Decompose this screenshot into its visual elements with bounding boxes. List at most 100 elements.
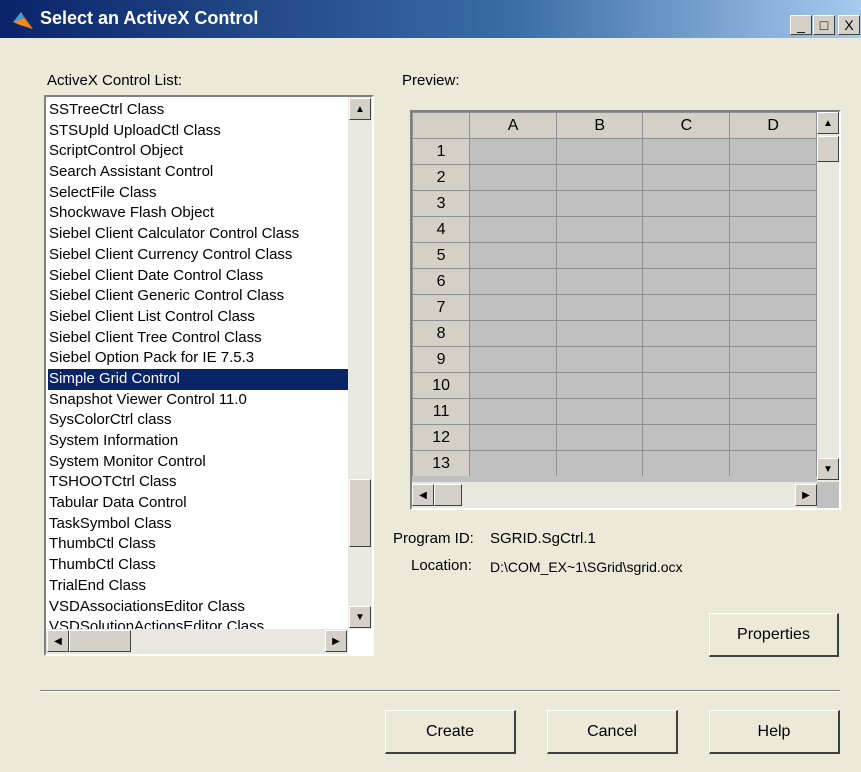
grid-row-header[interactable]: 2 xyxy=(412,164,471,191)
grid-cell[interactable] xyxy=(729,424,817,451)
control-list[interactable]: SSTreeCtrl Class STSUpld UploadCtl Class S… xyxy=(44,95,374,656)
grid-cell[interactable] xyxy=(729,398,817,425)
list-vertical-scrollbar[interactable]: ▲ ▼ xyxy=(348,97,372,629)
grid-row-header[interactable]: 6 xyxy=(412,268,471,295)
grid-cell[interactable] xyxy=(729,268,817,295)
grid-row-header[interactable]: 10 xyxy=(412,372,471,399)
grid-cell[interactable] xyxy=(729,294,817,321)
grid-cell[interactable] xyxy=(642,268,731,295)
grid-cell[interactable] xyxy=(729,346,817,373)
grid-cell[interactable] xyxy=(555,242,644,269)
grid-row-header[interactable]: 9 xyxy=(412,346,471,373)
list-item[interactable]: Siebel Client Date Control Class xyxy=(48,266,348,287)
grid-cell[interactable] xyxy=(729,138,817,165)
grid-scroll-right-button[interactable]: ▶ xyxy=(795,484,817,506)
grid-cell[interactable] xyxy=(729,320,817,347)
grid-cell[interactable] xyxy=(729,190,817,217)
grid-scroll-down-button[interactable]: ▼ xyxy=(817,458,839,480)
list-item[interactable]: Siebel Client Calculator Control Class xyxy=(48,224,348,245)
grid-row-header[interactable]: 1 xyxy=(412,138,471,165)
grid-cell[interactable] xyxy=(555,372,644,399)
list-item[interactable]: SSTreeCtrl Class xyxy=(48,100,348,121)
grid-hscroll-thumb[interactable] xyxy=(434,484,462,506)
list-item[interactable]: Snapshot Viewer Control 11.0 xyxy=(48,390,348,411)
grid-cell[interactable] xyxy=(555,424,644,451)
create-button[interactable]: Create xyxy=(385,710,516,754)
grid-cell[interactable] xyxy=(642,320,731,347)
properties-button[interactable]: Properties xyxy=(709,613,839,657)
grid-row-header[interactable]: 11 xyxy=(412,398,471,425)
cancel-button[interactable]: Cancel xyxy=(547,710,678,754)
minimize-button[interactable]: _ xyxy=(790,15,812,35)
list-item[interactable]: Siebel Client Tree Control Class xyxy=(48,328,348,349)
list-scroll-left-button[interactable]: ◀ xyxy=(47,630,69,652)
grid-row-header[interactable]: 12 xyxy=(412,424,471,451)
list-scroll-up-button[interactable]: ▲ xyxy=(349,98,371,120)
grid-corner[interactable] xyxy=(412,112,471,139)
grid-cell[interactable] xyxy=(469,138,557,165)
list-item[interactable]: ThumbCtl Class xyxy=(48,534,348,555)
list-item[interactable]: TaskSymbol Class xyxy=(48,514,348,535)
grid-cell[interactable] xyxy=(555,190,644,217)
list-item[interactable]: SysColorCtrl class xyxy=(48,410,348,431)
grid-scroll-thumb[interactable] xyxy=(817,136,839,162)
grid-cell[interactable] xyxy=(642,138,731,165)
list-scroll-down-button[interactable]: ▼ xyxy=(349,606,371,628)
list-item[interactable]: VSDAssociationsEditor Class xyxy=(48,597,348,618)
list-hscroll-thumb[interactable] xyxy=(69,630,131,652)
grid-scroll-left-button[interactable]: ◀ xyxy=(412,484,434,506)
help-button[interactable]: Help xyxy=(709,710,840,754)
grid-cell[interactable] xyxy=(469,190,557,217)
grid-cell[interactable] xyxy=(642,294,731,321)
grid-cell[interactable] xyxy=(555,346,644,373)
grid-cell[interactable] xyxy=(469,216,557,243)
list-item[interactable]: Shockwave Flash Object xyxy=(48,203,348,224)
grid-cell[interactable] xyxy=(469,164,557,191)
grid-row-header[interactable]: 8 xyxy=(412,320,471,347)
grid-cell[interactable] xyxy=(729,164,817,191)
grid-column-header[interactable]: A xyxy=(469,112,557,139)
grid-cell[interactable] xyxy=(642,450,731,476)
grid-cell[interactable] xyxy=(642,346,731,373)
list-item[interactable]: Siebel Client Currency Control Class xyxy=(48,245,348,266)
list-item[interactable]: System Monitor Control xyxy=(48,452,348,473)
grid-cell[interactable] xyxy=(469,242,557,269)
grid-cell[interactable] xyxy=(555,294,644,321)
close-button[interactable]: X xyxy=(838,15,860,35)
grid-row-header[interactable]: 7 xyxy=(412,294,471,321)
grid-cell[interactable] xyxy=(555,164,644,191)
grid-cell[interactable] xyxy=(642,242,731,269)
grid-column-header[interactable]: D xyxy=(729,112,817,139)
grid-cell[interactable] xyxy=(642,398,731,425)
grid-cell[interactable] xyxy=(469,450,557,476)
grid-cell[interactable] xyxy=(729,242,817,269)
grid-column-header[interactable]: C xyxy=(642,112,731,139)
grid-cell[interactable] xyxy=(469,372,557,399)
grid-cell[interactable] xyxy=(469,424,557,451)
list-item[interactable]: ScriptControl Object xyxy=(48,141,348,162)
grid-cell[interactable] xyxy=(555,268,644,295)
list-item[interactable]: TrialEnd Class xyxy=(48,576,348,597)
list-item[interactable]: Search Assistant Control xyxy=(48,162,348,183)
list-item[interactable]: Siebel Option Pack for IE 7.5.3 xyxy=(48,348,348,369)
list-horizontal-scrollbar[interactable]: ◀ ▶ xyxy=(46,629,348,654)
grid-cell[interactable] xyxy=(469,398,557,425)
grid-cell[interactable] xyxy=(555,320,644,347)
list-item[interactable]: Simple Grid Control xyxy=(48,368,348,390)
grid-cell[interactable] xyxy=(469,346,557,373)
grid-row-header[interactable]: 13 xyxy=(412,450,471,476)
preview-grid[interactable]: ABCD 1234567891011121314 ▲ ▼ ◀ ▶ xyxy=(410,110,841,510)
grid-cell[interactable] xyxy=(555,216,644,243)
grid-row-header[interactable]: 5 xyxy=(412,242,471,269)
list-scroll-thumb[interactable] xyxy=(349,479,371,547)
grid-cell[interactable] xyxy=(729,216,817,243)
list-item[interactable]: Siebel Client Generic Control Class xyxy=(48,286,348,307)
grid-cell[interactable] xyxy=(729,372,817,399)
grid-column-header[interactable]: B xyxy=(555,112,644,139)
grid-cell[interactable] xyxy=(469,294,557,321)
grid-horizontal-scrollbar[interactable]: ◀ ▶ xyxy=(412,482,817,508)
grid-row-header[interactable]: 3 xyxy=(412,190,471,217)
grid-cell[interactable] xyxy=(729,450,817,476)
list-item[interactable]: Siebel Client List Control Class xyxy=(48,307,348,328)
list-scroll-right-button[interactable]: ▶ xyxy=(325,630,347,652)
